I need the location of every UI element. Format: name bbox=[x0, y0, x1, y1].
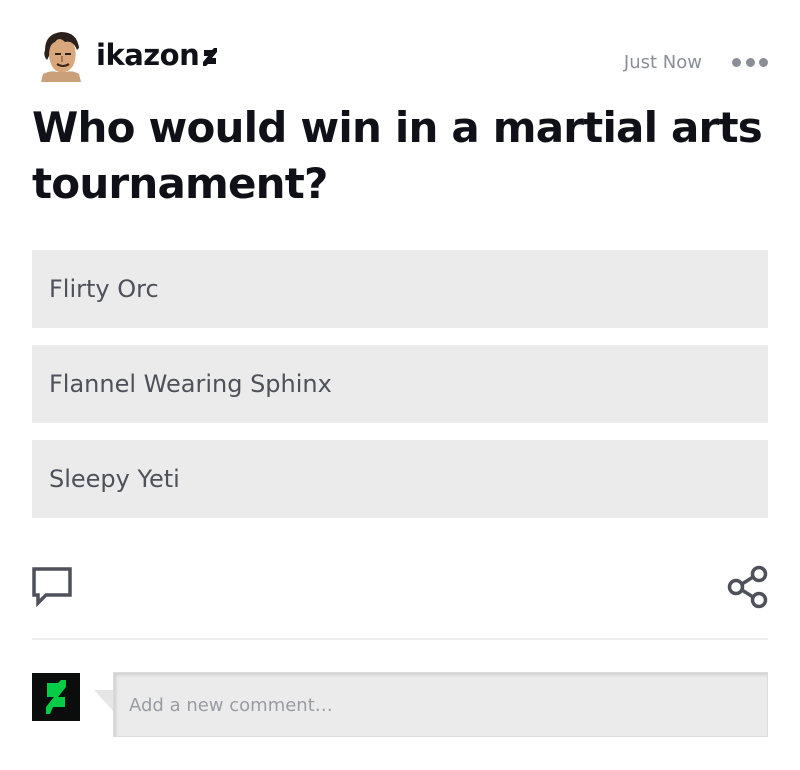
divider bbox=[32, 638, 768, 640]
timestamp: Just Now bbox=[623, 52, 702, 73]
deviantart-badge-icon bbox=[202, 46, 218, 68]
user-avatar[interactable] bbox=[37, 30, 85, 82]
poll-options: Flirty Orc Flannel Wearing Sphinx Sleepy… bbox=[32, 250, 768, 535]
username[interactable]: ikazon bbox=[96, 38, 200, 72]
post-title: Who would win in a martial arts tourname… bbox=[32, 103, 763, 208]
comment-icon[interactable] bbox=[30, 565, 74, 609]
comment-pointer bbox=[94, 690, 114, 712]
deviantart-logo bbox=[32, 673, 80, 721]
poll-option[interactable]: Sleepy Yeti bbox=[32, 440, 768, 518]
comment-box bbox=[113, 672, 768, 737]
share-icon[interactable] bbox=[726, 565, 770, 609]
poll-option[interactable]: Flirty Orc bbox=[32, 250, 768, 328]
comment-input[interactable] bbox=[114, 673, 767, 736]
more-icon bbox=[732, 57, 741, 67]
more-options-button[interactable] bbox=[732, 50, 768, 74]
poll-option[interactable]: Flannel Wearing Sphinx bbox=[32, 345, 768, 423]
post-header: ikazon Just Now bbox=[32, 30, 768, 82]
